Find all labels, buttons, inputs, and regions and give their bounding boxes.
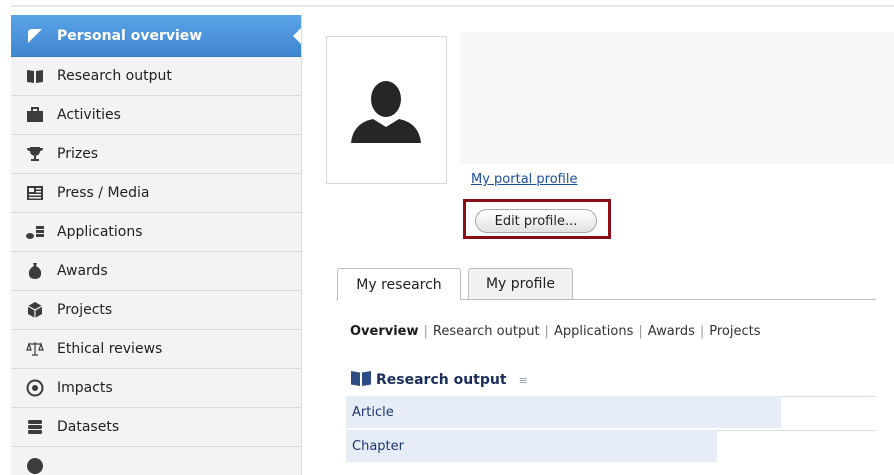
sidebar-item-personal-overview[interactable]: Personal overview bbox=[11, 15, 301, 57]
subnav-applications[interactable]: Applications bbox=[554, 324, 633, 339]
sidebar-item-research-output[interactable]: Research output bbox=[11, 57, 301, 96]
edit-profile-button[interactable]: Edit profile... bbox=[475, 209, 597, 233]
subnav-projects[interactable]: Projects bbox=[709, 324, 760, 339]
sidebar-item-label: Press / Media bbox=[57, 185, 150, 201]
briefcase-icon bbox=[25, 105, 45, 125]
newspaper-icon bbox=[25, 183, 45, 203]
sidebar-item-datasets[interactable]: Datasets bbox=[11, 408, 301, 447]
sidebar-item-label: Personal overview bbox=[57, 27, 203, 44]
sidebar-item-ethical-reviews[interactable]: Ethical reviews bbox=[11, 330, 301, 369]
sidebar-item-label: Prizes bbox=[57, 146, 99, 162]
sidebar-item-label: Activities bbox=[57, 107, 121, 123]
sidebar-item-applications[interactable]: Applications bbox=[11, 213, 301, 252]
sidebar-item-projects[interactable]: Projects bbox=[11, 291, 301, 330]
trophy-icon bbox=[25, 144, 45, 164]
section-menu-icon[interactable]: ≡ bbox=[519, 374, 528, 387]
active-indicator bbox=[293, 27, 301, 45]
sidebar-item-label: Impacts bbox=[57, 380, 113, 396]
subnav-overview[interactable]: Overview bbox=[350, 324, 419, 339]
research-output-title: Research output bbox=[376, 372, 507, 388]
book-icon bbox=[350, 369, 372, 391]
tab-my-profile[interactable]: My profile bbox=[468, 268, 573, 299]
subnav-awards[interactable]: Awards bbox=[648, 324, 695, 339]
database-icon bbox=[25, 417, 45, 437]
coins-icon bbox=[25, 222, 45, 242]
sidebar-item-label: Projects bbox=[57, 302, 113, 318]
top-divider bbox=[11, 5, 894, 7]
research-subnav: Overview | Research output | Applications | Aw… bbox=[350, 324, 761, 339]
avatar bbox=[326, 36, 447, 184]
sidebar-item-impacts[interactable]: Impacts bbox=[11, 369, 301, 408]
scales-icon bbox=[25, 339, 45, 359]
tab-my-research[interactable]: My research bbox=[337, 268, 461, 300]
circle-icon bbox=[25, 456, 45, 475]
profile-banner bbox=[460, 32, 894, 164]
research-output-row-chapter[interactable]: Chapter bbox=[346, 430, 717, 462]
sidebar-item-press-media[interactable]: Press / Media bbox=[11, 174, 301, 213]
research-output-row-article[interactable]: Article bbox=[346, 396, 781, 428]
portal-profile-link[interactable]: My portal profile bbox=[471, 172, 577, 187]
user-silhouette-icon bbox=[351, 81, 421, 143]
sidebar-item-activities[interactable]: Activities bbox=[11, 96, 301, 135]
sidebar-item-label: Applications bbox=[57, 224, 143, 240]
target-icon bbox=[25, 378, 45, 398]
book-icon bbox=[25, 66, 45, 86]
overview-icon bbox=[25, 26, 45, 46]
sidebar-item-label: Ethical reviews bbox=[57, 341, 163, 357]
sidebar-item-more[interactable] bbox=[11, 447, 301, 475]
sidebar-item-label: Datasets bbox=[57, 419, 120, 435]
cube-icon bbox=[25, 300, 45, 320]
sidebar-nav: Personal overview Research output Activi… bbox=[11, 15, 302, 475]
subnav-research-output[interactable]: Research output bbox=[433, 324, 540, 339]
sidebar-item-label: Awards bbox=[57, 263, 108, 279]
sidebar-item-prizes[interactable]: Prizes bbox=[11, 135, 301, 174]
research-output-header: Research output ≡ bbox=[350, 369, 528, 391]
sidebar-item-awards[interactable]: Awards bbox=[11, 252, 301, 291]
sidebar-item-label: Research output bbox=[57, 68, 172, 84]
money-bag-icon bbox=[25, 261, 45, 281]
